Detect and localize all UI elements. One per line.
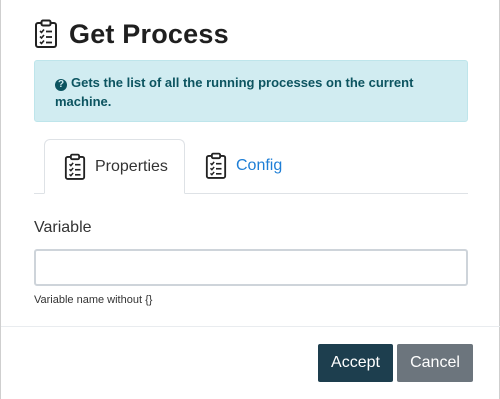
tab-label: Config <box>236 157 283 174</box>
question-circle-icon: ? <box>55 79 67 91</box>
variable-help-text: Variable name without {} <box>34 294 153 306</box>
info-text: Gets the list of all the running process… <box>55 75 414 109</box>
footer-divider <box>1 326 500 327</box>
clipboard-list-icon <box>34 19 58 49</box>
clipboard-list-icon <box>205 152 227 180</box>
clipboard-list-icon <box>64 153 86 181</box>
info-alert: ? Gets the list of all the running proces… <box>34 60 468 122</box>
variable-label: Variable <box>34 219 92 236</box>
dialog-title: Get Process <box>69 18 229 49</box>
get-process-dialog: Get Process ? Gets the list of all the ru… <box>0 0 500 399</box>
accept-button[interactable]: Accept <box>318 344 393 382</box>
tab-config[interactable]: Config <box>205 139 325 193</box>
tab-bar: Properties Config <box>34 139 468 194</box>
variable-input[interactable] <box>34 249 468 286</box>
cancel-button[interactable]: Cancel <box>397 344 473 382</box>
tab-properties[interactable]: Properties <box>44 139 185 194</box>
dialog-header: Get Process <box>34 17 229 51</box>
tab-label: Properties <box>95 157 168 175</box>
